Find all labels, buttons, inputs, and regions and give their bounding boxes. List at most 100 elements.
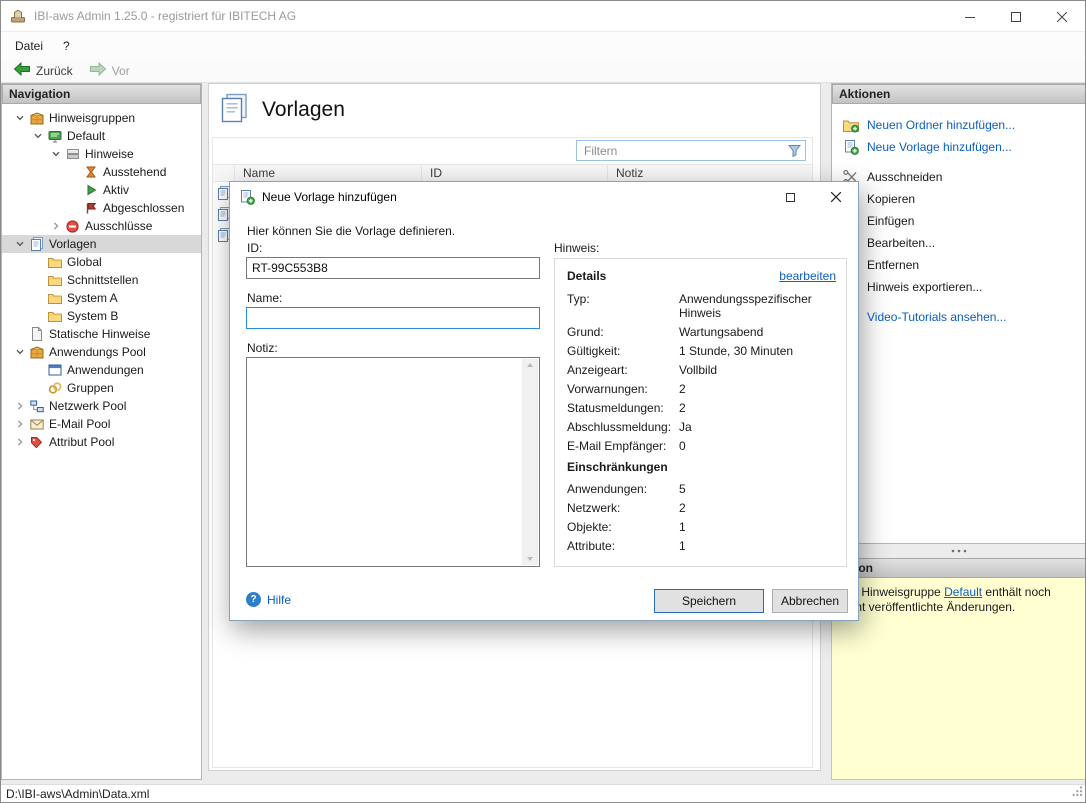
- exclusion-icon: [64, 219, 81, 234]
- hinweis-details-panel: Details bearbeiten Typ:Anwendungsspezifi…: [554, 258, 847, 567]
- save-button[interactable]: Speichern: [654, 589, 764, 613]
- board-icon: [46, 129, 63, 144]
- tree-item-gruppen[interactable]: Gruppen: [2, 379, 201, 397]
- dialog-title-bar: Neue Vorlage hinzufügen: [230, 182, 858, 212]
- chevron-down-icon[interactable]: [12, 110, 28, 126]
- folder-icon: [46, 309, 63, 324]
- id-label: ID:: [247, 241, 262, 255]
- tree-item-default[interactable]: Default: [2, 127, 201, 145]
- tree-item-ausschluesse[interactable]: Ausschlüsse: [2, 217, 201, 235]
- tree-item-abgeschlossen[interactable]: Abgeschlossen: [2, 199, 201, 217]
- back-button[interactable]: Zurück: [5, 60, 81, 82]
- back-arrow-icon: [13, 62, 31, 79]
- navigation-toolbar: Zurück Vor: [1, 59, 1085, 83]
- help-link[interactable]: ? Hilfe: [246, 592, 291, 607]
- filter-funnel-icon: [788, 144, 801, 160]
- dialog-title: Neue Vorlage hinzufügen: [262, 190, 397, 204]
- folder-icon: [46, 291, 63, 306]
- window-title: IBI-aws Admin 1.25.0 - registriert für I…: [34, 9, 296, 23]
- default-group-link[interactable]: Default: [944, 585, 982, 599]
- tree-item-netzwerk-pool[interactable]: Netzwerk Pool: [2, 397, 201, 415]
- action-cut[interactable]: Ausschneiden: [832, 166, 1086, 188]
- help-icon: ?: [246, 592, 261, 607]
- action-new-template[interactable]: Neue Vorlage hinzufügen...: [832, 136, 1086, 158]
- action-edit[interactable]: Bearbeiten...: [832, 232, 1086, 254]
- finished-icon: [82, 201, 99, 216]
- information-message: Die Hinweisgruppe Default enthält noch n…: [831, 578, 1086, 780]
- scroll-down-icon[interactable]: [527, 557, 533, 561]
- navigation-tree: Hinweisgruppen Default Hinweise Ausstehe…: [2, 104, 201, 779]
- tree-item-global[interactable]: Global: [2, 253, 201, 271]
- scrollbar[interactable]: [522, 359, 538, 565]
- action-remove[interactable]: Entfernen: [832, 254, 1086, 276]
- page-title: Vorlagen: [262, 98, 345, 122]
- detail-row: Vorwarnungen:2: [567, 382, 836, 396]
- chevron-down-icon[interactable]: [12, 236, 28, 252]
- actions-panel-header: Aktionen: [832, 84, 1086, 104]
- tree-item-anwendungs-pool[interactable]: Anwendungs Pool: [2, 343, 201, 361]
- tree-item-hinweisgruppen[interactable]: Hinweisgruppen: [2, 109, 201, 127]
- action-video-tutorials[interactable]: Video-Tutorials ansehen...: [832, 306, 1086, 328]
- dialog-maximize-button[interactable]: [768, 182, 813, 212]
- column-header-notiz[interactable]: Notiz: [608, 165, 812, 181]
- column-header-id[interactable]: ID: [422, 165, 608, 181]
- dialog-description: Hier können Sie die Vorlage definieren.: [247, 224, 455, 238]
- name-label: Name:: [247, 291, 282, 305]
- chevron-right-icon[interactable]: [12, 416, 28, 432]
- folder-icon: [46, 273, 63, 288]
- filter-input[interactable]: [576, 140, 806, 161]
- tree-item-email-pool[interactable]: E-Mail Pool: [2, 415, 201, 433]
- action-copy[interactable]: Kopieren: [832, 188, 1086, 210]
- chevron-down-icon[interactable]: [30, 128, 46, 144]
- tree-item-hinweise[interactable]: Hinweise: [2, 145, 201, 163]
- chevron-right-icon[interactable]: [12, 398, 28, 414]
- close-button[interactable]: [1039, 1, 1085, 32]
- menu-datei[interactable]: Datei: [5, 32, 53, 59]
- template-icon: [28, 237, 45, 252]
- menu-help[interactable]: ?: [53, 32, 80, 59]
- rings-icon: [46, 381, 63, 396]
- chevron-down-icon[interactable]: [48, 146, 64, 162]
- chevron-right-icon[interactable]: [12, 434, 28, 450]
- scroll-up-icon[interactable]: [527, 363, 533, 367]
- forward-button[interactable]: Vor: [81, 60, 138, 82]
- detail-row: Abschlussmeldung:Ja: [567, 420, 836, 434]
- id-input[interactable]: [246, 257, 540, 279]
- panel-splitter-grip[interactable]: [831, 544, 1086, 558]
- status-path: D:\IBI-aws\Admin\Data.xml: [6, 787, 149, 801]
- menu-bar: Datei ?: [1, 32, 1085, 59]
- tree-item-aktiv[interactable]: Aktiv: [2, 181, 201, 199]
- detail-row: Typ:Anwendungsspezifischer Hinweis: [567, 292, 836, 320]
- name-input[interactable]: [246, 307, 540, 329]
- action-paste[interactable]: Einfügen: [832, 210, 1086, 232]
- chevron-down-icon[interactable]: [12, 344, 28, 360]
- minimize-button[interactable]: [947, 1, 993, 32]
- tree-item-statische-hinweise[interactable]: Statische Hinweise: [2, 325, 201, 343]
- detail-row: Grund:Wartungsabend: [567, 325, 836, 339]
- action-new-folder[interactable]: Neuen Ordner hinzufügen...: [832, 114, 1086, 136]
- active-icon: [82, 183, 99, 198]
- network-icon: [28, 399, 45, 414]
- group-icon: [28, 345, 45, 360]
- forward-arrow-icon: [89, 62, 107, 79]
- tree-item-vorlagen[interactable]: Vorlagen: [2, 235, 201, 253]
- dialog-close-button[interactable]: [813, 182, 858, 212]
- bearbeiten-link[interactable]: bearbeiten: [779, 269, 836, 283]
- tree-item-system-a[interactable]: System A: [2, 289, 201, 307]
- maximize-button[interactable]: [993, 1, 1039, 32]
- information-panel: Information Die Hinweisgruppe Default en…: [831, 558, 1086, 780]
- resize-grip[interactable]: [1071, 785, 1083, 800]
- stack-icon: [64, 147, 81, 162]
- table-header-row: Name ID Notiz: [213, 164, 812, 182]
- cancel-button[interactable]: Abbrechen: [772, 589, 848, 613]
- tree-item-anwendungen[interactable]: Anwendungen: [2, 361, 201, 379]
- title-bar: IBI-aws Admin 1.25.0 - registriert für I…: [1, 1, 1085, 32]
- tree-item-system-b[interactable]: System B: [2, 307, 201, 325]
- tree-item-attribut-pool[interactable]: Attribut Pool: [2, 433, 201, 451]
- note-textarea[interactable]: [246, 357, 540, 567]
- chevron-right-icon[interactable]: [48, 218, 64, 234]
- action-export-hinweis[interactable]: Hinweis exportieren...: [832, 276, 1086, 298]
- tree-item-schnittstellen[interactable]: Schnittstellen: [2, 271, 201, 289]
- column-header-name[interactable]: Name: [235, 165, 422, 181]
- tree-item-ausstehend[interactable]: Ausstehend: [2, 163, 201, 181]
